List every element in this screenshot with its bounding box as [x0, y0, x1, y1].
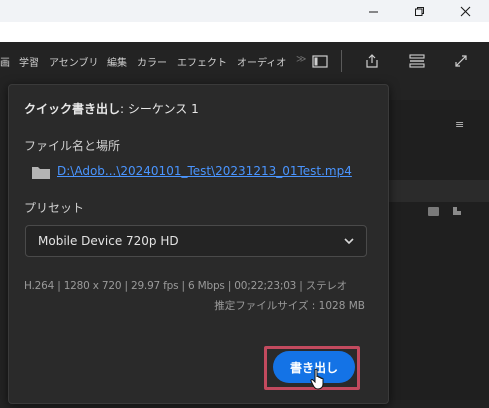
header-divider [341, 50, 342, 72]
window-titlebar [0, 0, 489, 22]
file-location-label: ファイル名と場所 [24, 139, 121, 153]
fullscreen-button[interactable] [451, 52, 471, 70]
project-panel [385, 100, 489, 400]
estimated-file-size: 推定ファイルサイズ : 1028 MB [214, 300, 365, 312]
new-bin-icon[interactable] [428, 207, 439, 216]
quick-export-dialog: クイック書き出し: シーケンス 1 ファイル名と場所 D:\Adob...\20… [8, 84, 389, 404]
workspace-tab[interactable]: 画 [0, 54, 10, 69]
panel-layout-icon [312, 54, 328, 68]
quick-export-icon [409, 54, 425, 68]
preset-selected-value: Mobile Device 720p HD [38, 234, 179, 248]
menu-area [0, 22, 489, 42]
restore-button[interactable] [396, 0, 442, 22]
workspace-tab-effects[interactable]: エフェクト [177, 54, 227, 69]
folder-icon [32, 167, 50, 179]
workspace-tab-learning[interactable]: 学習 [19, 54, 39, 69]
share-icon [366, 54, 378, 68]
chevron-down-icon [344, 238, 354, 245]
project-panel-row [385, 180, 489, 202]
restore-icon [414, 6, 424, 16]
share-button[interactable] [363, 52, 381, 70]
workspace-header: 画 学習 アセンブリ 編集 カラー エフェクト オーディオ ≫ [0, 42, 489, 80]
workspace-tab-color[interactable]: カラー [137, 54, 167, 69]
file-path-link[interactable]: D:\Adob...\20240101_Test\20231213_01Test… [57, 164, 352, 178]
preset-label: プリセット [24, 201, 85, 215]
panel-layout-button[interactable] [311, 52, 329, 70]
minimize-icon [368, 11, 378, 12]
preset-dropdown[interactable]: Mobile Device 720p HD [25, 225, 367, 257]
minimize-button[interactable] [350, 0, 396, 22]
workspace-overflow[interactable]: ≫ [296, 54, 306, 65]
workspace-tab-assembly[interactable]: アセンブリ [49, 54, 99, 69]
new-item-icon[interactable] [452, 206, 462, 216]
dialog-title-bold: クイック書き出し [24, 102, 121, 116]
hand-cursor-icon [310, 368, 324, 390]
export-settings-summary: H.264 | 1280 x 720 | 29.97 fps | 6 Mbps … [24, 280, 347, 292]
panel-menu-icon[interactable]: ≡ [455, 118, 464, 131]
dialog-title-sequence: : シーケンス 1 [120, 102, 199, 116]
close-icon [460, 6, 470, 16]
close-button[interactable] [442, 0, 488, 22]
workspace-tab-audio[interactable]: オーディオ [237, 54, 286, 69]
quick-export-button[interactable] [407, 52, 427, 70]
fullscreen-icon [455, 55, 467, 67]
workspace-tab-editing[interactable]: 編集 [107, 54, 127, 69]
dialog-title: クイック書き出し: シーケンス 1 [24, 100, 199, 117]
